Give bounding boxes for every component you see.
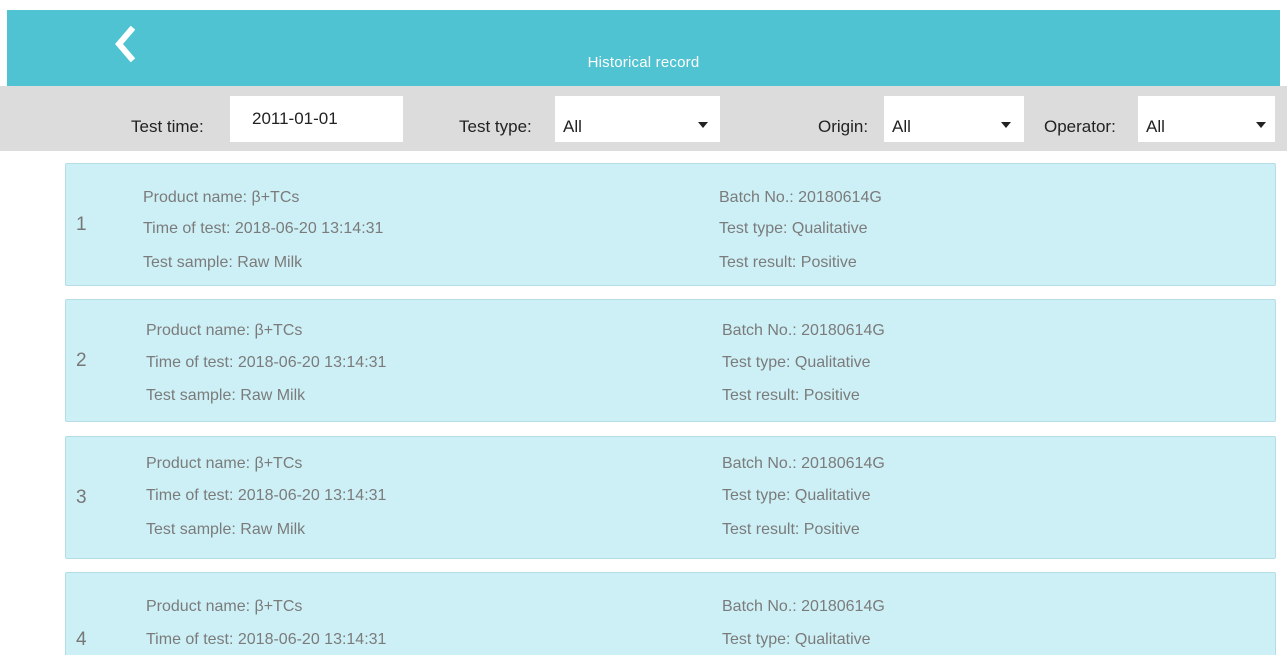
record-card[interactable]: 2 Product name: β+TCs Time of test: 2018… (65, 299, 1276, 422)
time-of-test: Time of test: 2018-06-20 13:14:31 (146, 487, 387, 504)
test-result: Test result: Positive (722, 521, 860, 538)
test-type: Test type: Qualitative (722, 354, 871, 371)
record-index: 4 (76, 629, 87, 650)
test-type-label: Test type: (459, 117, 532, 136)
test-sample: Test sample: Raw Milk (146, 521, 306, 538)
batch-no: Batch No.: 20180614G (722, 322, 885, 339)
batch-no: Batch No.: 20180614G (719, 189, 882, 206)
record-index: 3 (76, 487, 87, 508)
origin-value: All (892, 117, 911, 136)
test-type: Test type: Qualitative (722, 631, 871, 648)
batch-no: Batch No.: 20180614G (722, 598, 885, 615)
test-time-label: Test time: (131, 117, 204, 136)
batch-no: Batch No.: 20180614G (722, 455, 885, 472)
record-index: 1 (76, 214, 87, 235)
record-index: 2 (76, 350, 87, 371)
test-sample: Test sample: Raw Milk (146, 387, 306, 404)
caret-down-icon (1256, 122, 1266, 128)
test-result: Test result: Positive (722, 387, 860, 404)
caret-down-icon (698, 122, 708, 128)
test-result: Test result: Positive (719, 254, 857, 271)
historical-record-screen: Historical record Test time: Test type: … (0, 0, 1287, 655)
page-title: Historical record (587, 54, 700, 71)
time-of-test: Time of test: 2018-06-20 13:14:31 (146, 354, 387, 371)
test-type: Test type: Qualitative (722, 487, 871, 504)
test-time-input[interactable] (230, 96, 403, 142)
product-name: Product name: β+TCs (143, 189, 300, 206)
header-bar: Historical record (7, 10, 1280, 86)
time-of-test: Time of test: 2018-06-20 13:14:31 (146, 631, 387, 648)
operator-value: All (1146, 117, 1165, 136)
record-card[interactable]: 3 Product name: β+TCs Time of test: 2018… (65, 436, 1276, 559)
record-card[interactable]: 1 Product name: β+TCs Time of test: 2018… (65, 163, 1276, 286)
test-sample: Test sample: Raw Milk (143, 254, 303, 271)
origin-label: Origin: (818, 117, 869, 136)
test-type-select[interactable]: All (555, 96, 720, 142)
caret-down-icon (1001, 122, 1011, 128)
test-type-value: All (563, 117, 582, 136)
record-card[interactable]: 4 Product name: β+TCs Time of test: 2018… (65, 572, 1276, 655)
origin-select[interactable]: All (884, 96, 1024, 142)
product-name: Product name: β+TCs (146, 322, 303, 339)
operator-label: Operator: (1044, 117, 1116, 136)
operator-select[interactable]: All (1138, 96, 1275, 142)
filter-bar: Test time: Test type: All Origin: All Op… (0, 86, 1287, 151)
product-name: Product name: β+TCs (146, 455, 303, 472)
product-name: Product name: β+TCs (146, 598, 303, 615)
time-of-test: Time of test: 2018-06-20 13:14:31 (143, 220, 384, 237)
test-type: Test type: Qualitative (719, 220, 868, 237)
